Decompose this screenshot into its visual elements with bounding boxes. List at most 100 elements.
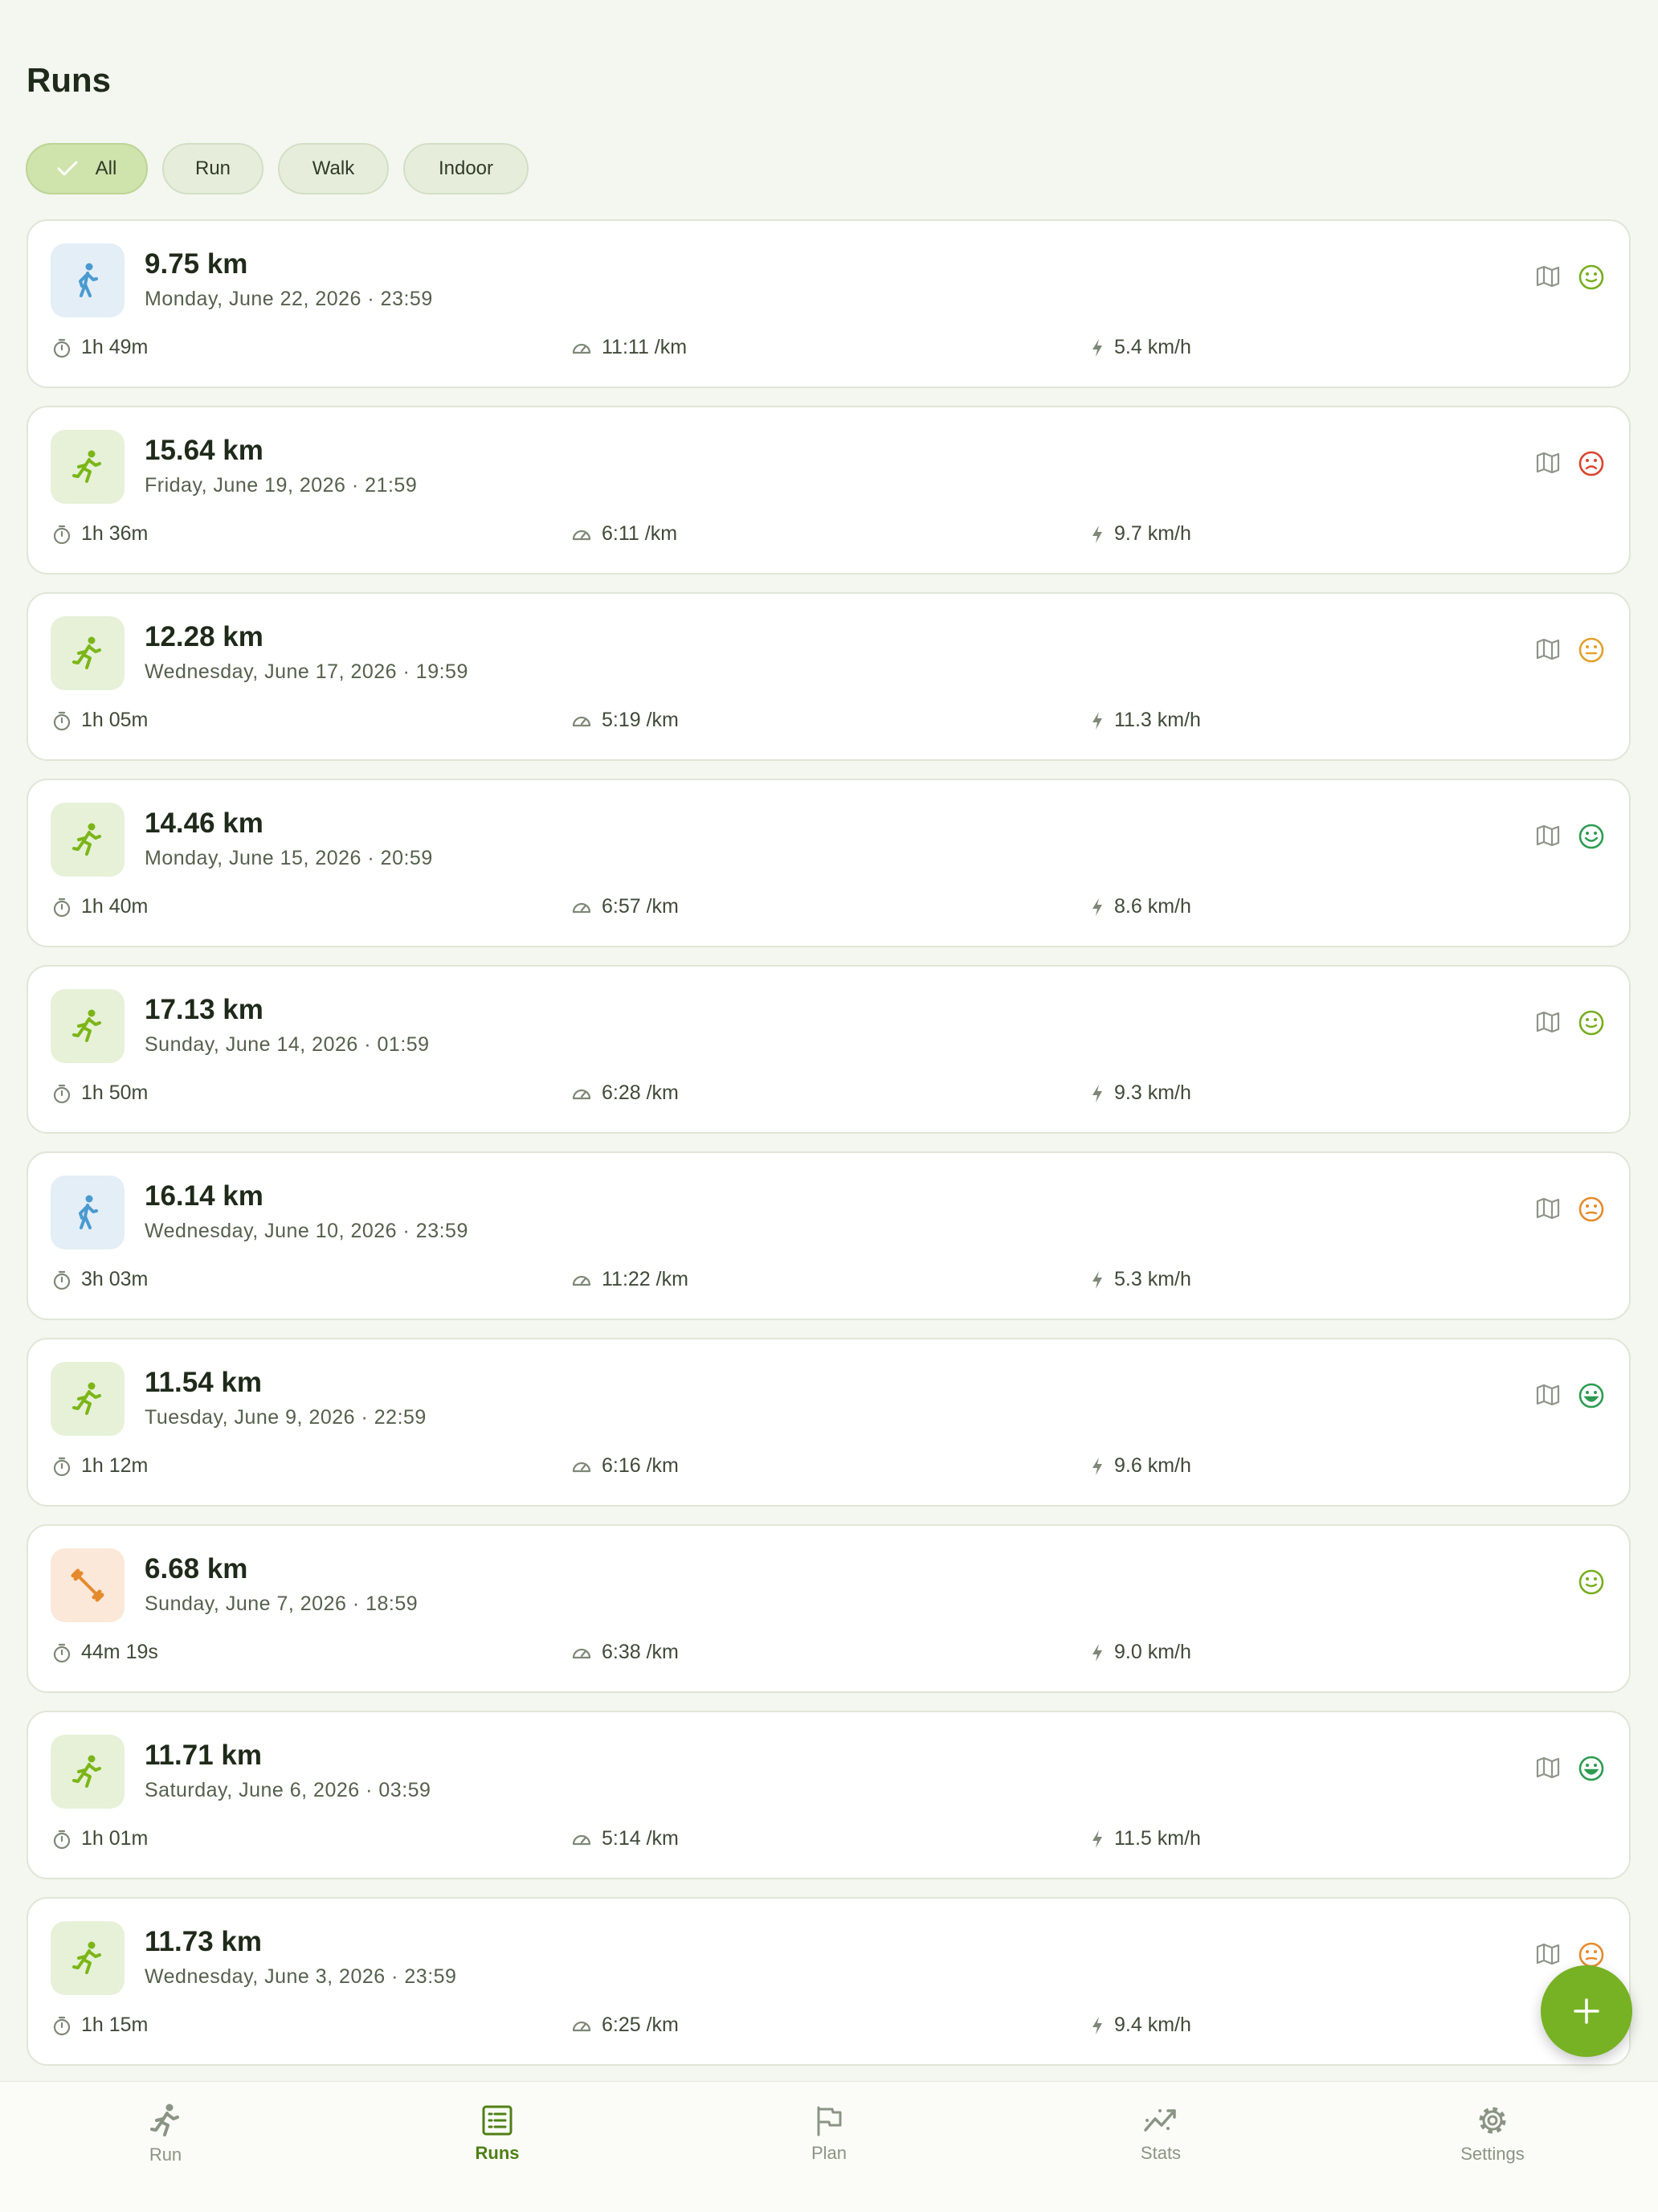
run-pace-value: 11:22 /km — [602, 1268, 688, 1290]
map-button[interactable] — [1536, 1943, 1560, 1969]
run-duration-value: 1h 40m — [81, 895, 149, 918]
nav-item-run[interactable]: Run — [0, 2082, 331, 2186]
filter-chip-all[interactable]: All — [26, 143, 148, 194]
run-speed: 11.3 km/h — [1090, 709, 1201, 732]
map-button[interactable] — [1536, 1384, 1560, 1410]
runner-icon — [72, 823, 101, 856]
run-distance: 6.68 km — [145, 1553, 248, 1584]
run-card[interactable]: 12.28 km Wednesday, June 17, 2026 · 19:5… — [27, 592, 1631, 761]
run-duration: 1h 05m — [52, 709, 148, 732]
run-duration-value: 1h 49m — [81, 336, 149, 358]
mood-indicator — [1578, 1755, 1605, 1786]
run-duration: 1h 49m — [52, 336, 148, 359]
run-duration: 1h 12m — [52, 1454, 148, 1478]
map-button[interactable] — [1536, 1197, 1560, 1224]
mood-indicator — [1578, 450, 1605, 481]
activity-badge — [51, 989, 125, 1063]
run-speed-value: 5.4 km/h — [1114, 336, 1191, 358]
bolt-icon — [1092, 1643, 1102, 1662]
filter-chip-label: Indoor — [438, 157, 494, 179]
run-speed-value: 11.5 km/h — [1114, 1827, 1201, 1850]
mood-meh-icon — [1578, 1196, 1604, 1222]
mood-content-icon — [1578, 1010, 1604, 1036]
runner-icon — [72, 1009, 101, 1042]
run-date: Wednesday, June 17, 2026 · 19:59 — [145, 660, 468, 683]
run-card[interactable]: 11.71 km Saturday, June 6, 2026 · 03:59 … — [27, 1711, 1631, 1879]
map-button[interactable] — [1536, 452, 1560, 478]
stopwatch-icon — [53, 1084, 71, 1103]
run-pace: 5:14 /km — [571, 1827, 679, 1850]
map-icon — [1536, 1011, 1560, 1033]
run-speed-value: 9.7 km/h — [1114, 522, 1191, 545]
add-run-button[interactable] — [1541, 1965, 1632, 2057]
run-card[interactable]: 15.64 km Friday, June 19, 2026 · 21:59 1… — [27, 406, 1631, 574]
run-card[interactable]: 14.46 km Monday, June 15, 2026 · 20:59 1… — [27, 779, 1631, 947]
filter-chip-run[interactable]: Run — [162, 143, 263, 194]
mood-great-icon — [1578, 1383, 1604, 1409]
bolt-icon — [1092, 897, 1102, 916]
run-card[interactable]: 9.75 km Monday, June 22, 2026 · 23:59 1h… — [27, 219, 1631, 388]
map-button[interactable] — [1536, 638, 1560, 664]
walker-icon — [79, 1195, 98, 1229]
run-card[interactable]: 16.14 km Wednesday, June 10, 2026 · 23:5… — [27, 1151, 1631, 1320]
nav-item-plan[interactable]: Plan — [664, 2082, 994, 2186]
map-button[interactable] — [1536, 1011, 1560, 1037]
run-card[interactable]: 17.13 km Sunday, June 14, 2026 · 01:59 1… — [27, 965, 1631, 1134]
run-speed: 5.4 km/h — [1090, 336, 1191, 359]
run-pace-value: 6:28 /km — [602, 1081, 679, 1104]
speedometer-icon — [572, 1462, 591, 1472]
run-duration-value: 1h 01m — [81, 1827, 149, 1850]
run-pace-value: 11:11 /km — [602, 336, 688, 358]
speedometer-icon — [572, 716, 591, 726]
mood-sad-icon — [1578, 451, 1604, 476]
runner-icon — [72, 1382, 101, 1415]
filter-chip-indoor[interactable]: Indoor — [403, 143, 529, 194]
run-duration: 1h 36m — [52, 522, 148, 546]
mood-content-icon — [1578, 264, 1604, 290]
run-pace: 6:57 /km — [571, 895, 679, 918]
page-title: Runs — [27, 61, 111, 99]
map-button[interactable] — [1536, 265, 1560, 292]
filter-chip-label: Run — [194, 157, 231, 179]
map-button[interactable] — [1536, 824, 1560, 851]
nav-item-settings[interactable]: Settings — [1327, 2082, 1658, 2186]
run-speed: 11.5 km/h — [1090, 1827, 1201, 1850]
stopwatch-icon — [53, 711, 71, 730]
stopwatch-icon — [53, 338, 71, 358]
bolt-icon — [1092, 338, 1102, 357]
filter-chip-walk[interactable]: Walk — [278, 143, 389, 194]
run-duration-value: 3h 03m — [81, 1268, 149, 1290]
map-icon — [1536, 1756, 1560, 1779]
run-card[interactable]: 11.73 km Wednesday, June 3, 2026 · 23:59… — [27, 1897, 1631, 2066]
walker-icon — [79, 263, 98, 297]
nav-item-runs[interactable]: Runs — [332, 2082, 663, 2186]
map-icon — [1536, 1384, 1560, 1406]
mood-indicator — [1578, 823, 1605, 854]
activity-badge — [51, 1548, 125, 1622]
run-distance: 11.54 km — [145, 1367, 262, 1398]
check-icon — [57, 161, 78, 177]
run-distance: 14.46 km — [145, 808, 263, 839]
map-icon — [1536, 452, 1560, 474]
run-pace: 6:28 /km — [571, 1081, 679, 1105]
run-date: Wednesday, June 3, 2026 · 23:59 — [145, 1965, 457, 1988]
run-distance: 16.14 km — [145, 1180, 263, 1212]
run-speed: 5.3 km/h — [1090, 1268, 1191, 1291]
run-pace: 6:11 /km — [571, 522, 677, 546]
bolt-icon — [1092, 1084, 1102, 1102]
run-distance: 17.13 km — [145, 994, 263, 1025]
nav-label: Settings — [1460, 2144, 1525, 2164]
run-card[interactable]: 6.68 km Sunday, June 7, 2026 · 18:59 44m… — [27, 1524, 1631, 1693]
filter-chips: All Run Walk Indoor — [26, 143, 529, 194]
speedometer-icon — [572, 1648, 591, 1658]
map-button[interactable] — [1536, 1756, 1560, 1783]
gear-icon — [1479, 2107, 1506, 2134]
run-card[interactable]: 11.54 km Tuesday, June 9, 2026 · 22:59 1… — [27, 1338, 1631, 1507]
run-date: Wednesday, June 10, 2026 · 23:59 — [145, 1220, 468, 1242]
bottom-nav: Run Runs Plan Stats Settings — [0, 2081, 1658, 2212]
stopwatch-icon — [53, 2016, 71, 2035]
mood-meh-icon — [1578, 1942, 1604, 1968]
nav-item-stats[interactable]: Stats — [995, 2082, 1326, 2186]
run-pace-value: 6:38 /km — [602, 1641, 679, 1663]
bolt-icon — [1092, 1830, 1102, 1848]
